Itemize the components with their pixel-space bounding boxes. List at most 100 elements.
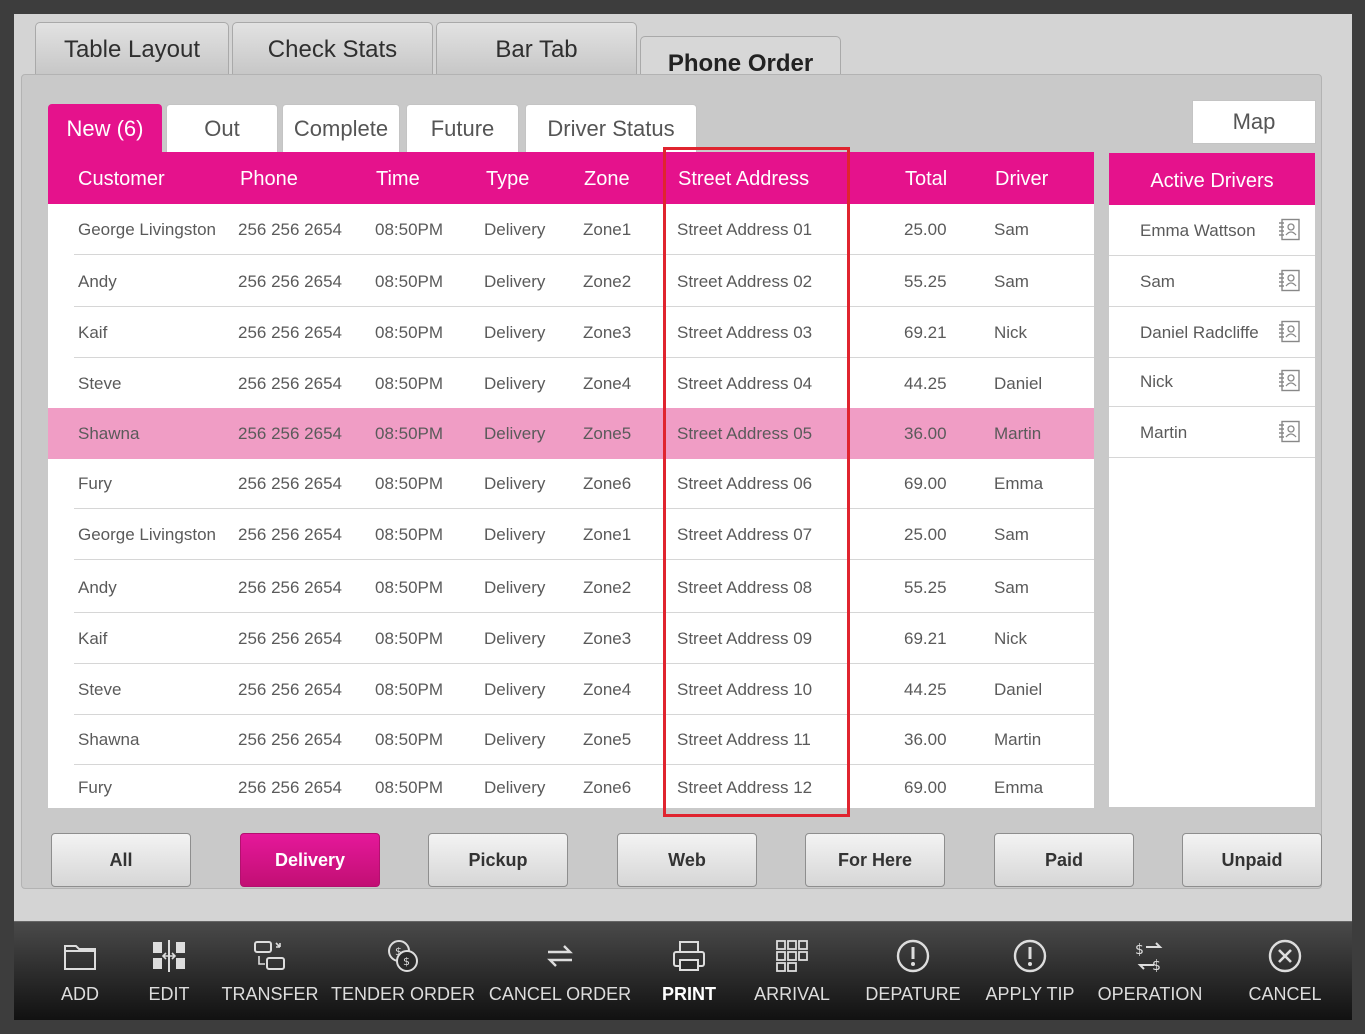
filter-web-button[interactable]: Web — [617, 833, 757, 887]
tab-check-stats[interactable]: Check Stats — [232, 22, 433, 76]
filter-unpaid-button[interactable]: Unpaid — [1182, 833, 1322, 887]
driver-cell: Sam — [994, 525, 1029, 544]
subtab-out[interactable]: Out — [166, 104, 278, 152]
add-button[interactable]: ADD — [42, 922, 118, 1021]
table-row[interactable]: Steve 256 256 2654 08:50PM Delivery Zone4 Str… — [48, 358, 1094, 409]
row-divider — [74, 559, 1094, 560]
driver-cell: Daniel — [994, 374, 1043, 393]
subtab-future[interactable]: Future — [406, 104, 519, 152]
svg-text:$: $ — [1135, 942, 1144, 958]
transfer-button[interactable]: TRANSFER — [220, 922, 320, 1021]
table-row[interactable]: George Livingston 256 256 2654 08:50PM Deli… — [48, 509, 1094, 560]
driver-cell: Emma — [994, 778, 1044, 797]
arrival-button[interactable]: ARRIVAL — [750, 922, 834, 1021]
col-customer[interactable]: Customer — [78, 152, 165, 204]
driver-list-item[interactable]: Martin — [1109, 407, 1315, 458]
tab-bar-tab[interactable]: Bar Tab — [436, 22, 637, 76]
table-row[interactable]: Shawna 256 256 2654 08:50PM Delivery Zone5 St… — [48, 714, 1094, 765]
table-row[interactable]: Steve 256 256 2654 08:50PM Delivery Zone4 Str… — [48, 664, 1094, 715]
zone-cell: Zone5 — [583, 730, 632, 749]
filter-pickup-button[interactable]: Pickup — [428, 833, 568, 887]
col-type[interactable]: Type — [486, 152, 529, 204]
contact-card-icon[interactable] — [1278, 320, 1301, 343]
apply-tip-label: APPLY TIP — [985, 984, 1075, 1004]
filter-for-here-button[interactable]: For Here — [805, 833, 945, 887]
total-cell: 44.25 — [904, 374, 947, 393]
total-cell: 69.21 — [904, 629, 947, 648]
table-row[interactable]: Andy 256 256 2654 08:50PM Delivery Zone2 Stre… — [48, 256, 1094, 307]
zone-cell: Zone2 — [583, 578, 632, 597]
cancel-label: CANCEL — [1248, 984, 1322, 1004]
operation-button[interactable]: $ $ OPERATION — [1098, 922, 1203, 1021]
customer-cell: Andy — [78, 578, 117, 597]
print-button[interactable]: PRINT — [654, 922, 724, 1021]
contact-card-icon[interactable] — [1278, 269, 1301, 292]
phone-cell: 256 256 2654 — [238, 323, 342, 342]
time-cell: 08:50PM — [375, 220, 444, 239]
filter-paid-button[interactable]: Paid — [994, 833, 1134, 887]
contact-card-icon[interactable] — [1278, 420, 1301, 443]
type-cell: Delivery — [484, 629, 546, 648]
time-cell: 08:50PM — [375, 730, 444, 749]
driver-list-item[interactable]: Emma Wattson — [1109, 205, 1315, 256]
cancel-button[interactable]: CANCEL — [1240, 922, 1330, 1021]
total-cell: 55.25 — [904, 578, 947, 597]
depature-button[interactable]: DEPATURE — [864, 922, 962, 1021]
filter-all-button[interactable]: All — [51, 833, 191, 887]
driver-cell: Nick — [994, 629, 1028, 648]
phone-cell: 256 256 2654 — [238, 778, 342, 797]
col-street-address[interactable]: Street Address — [678, 152, 809, 204]
zone-cell: Zone6 — [583, 474, 632, 493]
coins-icon: $$ — [388, 940, 418, 972]
zone-cell: Zone3 — [583, 323, 632, 342]
transfer-icon — [254, 941, 285, 970]
street-address-cell: Street Address 04 — [677, 374, 813, 393]
subtab-complete[interactable]: Complete — [282, 104, 400, 152]
total-cell: 25.00 — [904, 220, 947, 239]
table-row[interactable]: Kaif 256 256 2654 08:50PM Delivery Zone3 Stre… — [48, 613, 1094, 664]
subtab-new[interactable]: New (6) — [48, 104, 162, 152]
contact-card-icon[interactable] — [1278, 218, 1301, 241]
type-cell: Delivery — [484, 778, 546, 797]
type-cell: Delivery — [484, 374, 546, 393]
row-divider — [74, 254, 1094, 255]
edit-button[interactable]: EDIT — [134, 922, 204, 1021]
apply-tip-button[interactable]: APPLY TIP — [982, 922, 1078, 1021]
table-row[interactable]: Fury 256 256 2654 08:50PM Delivery Zone6 Stre… — [48, 762, 1094, 808]
contact-card-icon[interactable] — [1278, 369, 1301, 392]
table-row[interactable]: Andy 256 256 2654 08:50PM Delivery Zone2 Stre… — [48, 562, 1094, 613]
col-time[interactable]: Time — [376, 152, 420, 204]
printer-icon — [673, 941, 705, 971]
filter-delivery-button[interactable]: Delivery — [240, 833, 380, 887]
table-row[interactable]: Shawna 256 256 2654 08:50PM Delivery Zone5 St… — [48, 408, 1094, 459]
table-row[interactable]: Fury 256 256 2654 08:50PM Delivery Zone6 Stre… — [48, 458, 1094, 509]
phone-cell: 256 256 2654 — [238, 578, 342, 597]
cancel-order-button[interactable]: CANCEL ORDER — [489, 922, 631, 1021]
col-total[interactable]: Total — [905, 152, 947, 204]
total-cell: 36.00 — [904, 730, 947, 749]
driver-list-item[interactable]: Nick — [1109, 356, 1315, 407]
tender-order-label: TENDER ORDER — [331, 984, 476, 1004]
driver-list-item[interactable]: Sam — [1109, 256, 1315, 307]
street-address-cell: Street Address 05 — [677, 424, 813, 443]
driver-list-item[interactable]: Daniel Radcliffe — [1109, 307, 1315, 358]
total-cell: 55.25 — [904, 272, 947, 291]
transfer-label: TRANSFER — [221, 984, 319, 1004]
table-row[interactable]: George Livingston 256 256 2654 08:50PM Deli… — [48, 204, 1094, 255]
map-button[interactable]: Map — [1192, 100, 1316, 144]
type-cell: Delivery — [484, 680, 546, 699]
folder-icon — [64, 945, 96, 970]
time-cell: 08:50PM — [375, 424, 444, 443]
tab-table-layout[interactable]: Table Layout — [35, 22, 229, 76]
zone-cell: Zone4 — [583, 374, 632, 393]
col-phone[interactable]: Phone — [240, 152, 298, 204]
zone-cell: Zone5 — [583, 424, 632, 443]
subtab-driver-status[interactable]: Driver Status — [525, 104, 697, 152]
depature-label: DEPATURE — [865, 984, 961, 1004]
col-zone[interactable]: Zone — [584, 152, 630, 204]
table-row[interactable]: Kaif 256 256 2654 08:50PM Delivery Zone3 Stre… — [48, 307, 1094, 358]
close-circle-icon — [1268, 939, 1302, 973]
street-address-cell: Street Address 09 — [677, 629, 813, 648]
col-driver[interactable]: Driver — [995, 152, 1048, 204]
tender-order-button[interactable]: $ $ TENDER ORDER — [331, 922, 475, 1021]
